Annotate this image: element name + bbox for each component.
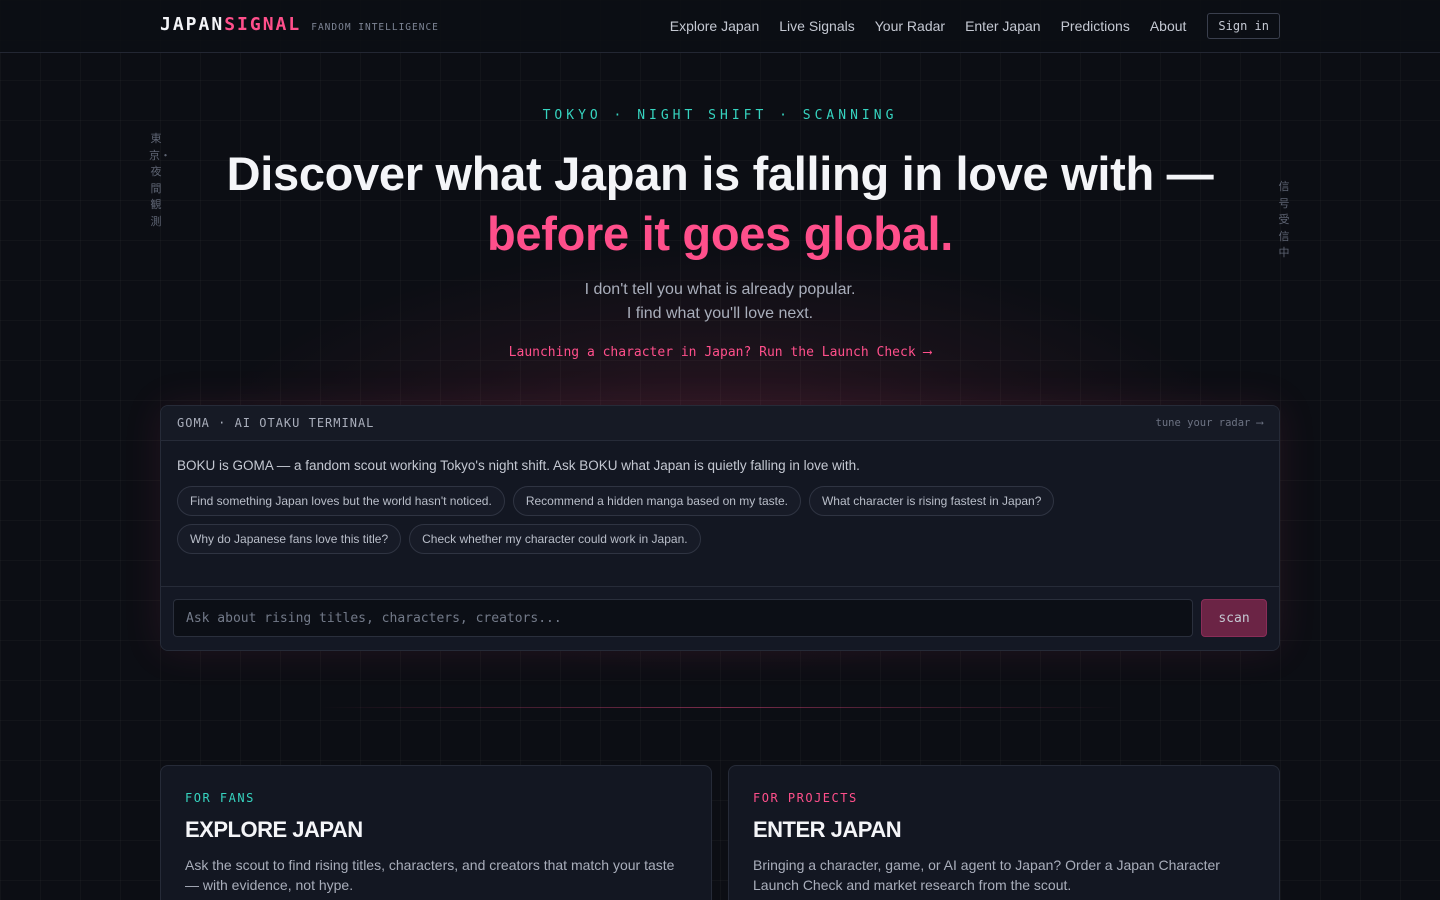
terminal-body: BOKU is GOMA — a fandom scout working To… — [161, 441, 1279, 562]
main-nav: Explore Japan Live Signals Your Radar En… — [650, 13, 1280, 39]
subtitle-line-1: I don't tell you what is already popular… — [584, 281, 856, 298]
card-kicker: FOR FANS — [185, 791, 255, 805]
subtitle-line-2: I find what you'll love next. — [626, 305, 814, 322]
enter-japan-card[interactable]: FOR PROJECTS ENTER JAPAN Bringing a char… — [728, 765, 1280, 900]
suggestion-chip[interactable]: Recommend a hidden manga based on my tas… — [512, 486, 801, 516]
suggestion-chip[interactable]: Find something Japan loves but the world… — [177, 486, 505, 516]
hero-headline: Discover what Japan is falling in love w… — [220, 144, 1220, 264]
launch-check-link[interactable]: Launching a character in Japan? Run the … — [0, 345, 1440, 360]
brand-tagline: FANDOM INTELLIGENCE — [311, 22, 439, 33]
section-divider — [320, 707, 1120, 708]
headline-main: Discover what Japan is falling in love w… — [226, 147, 1214, 200]
explore-japan-card[interactable]: FOR FANS EXPLORE JAPAN Ask the scout to … — [160, 765, 712, 900]
nav-link-predictions[interactable]: Predictions — [1061, 18, 1130, 34]
card-kicker: FOR PROJECTS — [753, 791, 858, 805]
hero-subtitle: I don't tell you what is already popular… — [0, 278, 1440, 326]
sign-in-button[interactable]: Sign in — [1207, 13, 1280, 39]
hero-kicker: TOKYO · NIGHT SHIFT · SCANNING — [542, 108, 898, 123]
terminal-title: GOMA · AI OTAKU TERMINAL — [177, 416, 375, 430]
nav-link-enter-japan[interactable]: Enter Japan — [965, 18, 1041, 34]
card-title: ENTER JAPAN — [753, 817, 902, 842]
suggestion-chips: Find something Japan loves but the world… — [177, 486, 1177, 562]
suggestion-chip[interactable]: What character is rising fastest in Japa… — [808, 486, 1055, 516]
scan-button[interactable]: scan — [1201, 599, 1267, 637]
brand-name-part2: SIGNAL — [224, 14, 302, 35]
tune-radar-link[interactable]: tune your radar ⟶ — [1156, 417, 1263, 429]
side-text-left: 東京・夜間観測 — [149, 133, 171, 228]
brand-name-part1: JAPAN — [160, 14, 225, 35]
card-title: EXPLORE JAPAN — [185, 817, 363, 842]
terminal-intro: BOKU is GOMA — a fandom scout working To… — [177, 458, 860, 473]
brand-logo[interactable]: JAPAN SIGNAL FANDOM INTELLIGENCE — [160, 14, 439, 35]
ai-terminal: GOMA · AI OTAKU TERMINAL tune your radar… — [160, 405, 1280, 651]
side-text-right: 信号受信中 — [1278, 181, 1290, 259]
suggestion-chip[interactable]: Check whether my character could work in… — [409, 524, 701, 554]
nav-link-explore-japan[interactable]: Explore Japan — [670, 18, 760, 34]
card-description: Ask the scout to find rising titles, cha… — [185, 857, 675, 893]
nav-link-about[interactable]: About — [1150, 18, 1187, 34]
nav-link-live-signals[interactable]: Live Signals — [779, 18, 855, 34]
terminal-input-bar: scan — [161, 586, 1279, 650]
card-description: Bringing a character, game, or AI agent … — [753, 857, 1220, 893]
top-navbar: JAPAN SIGNAL FANDOM INTELLIGENCE Explore … — [0, 0, 1440, 53]
terminal-header: GOMA · AI OTAKU TERMINAL tune your radar… — [161, 406, 1279, 441]
suggestion-chip[interactable]: Why do Japanese fans love this title? — [177, 524, 402, 554]
nav-link-your-radar[interactable]: Your Radar — [875, 18, 945, 34]
headline-accent: before it goes global. — [486, 207, 954, 260]
terminal-query-input[interactable] — [173, 599, 1193, 637]
